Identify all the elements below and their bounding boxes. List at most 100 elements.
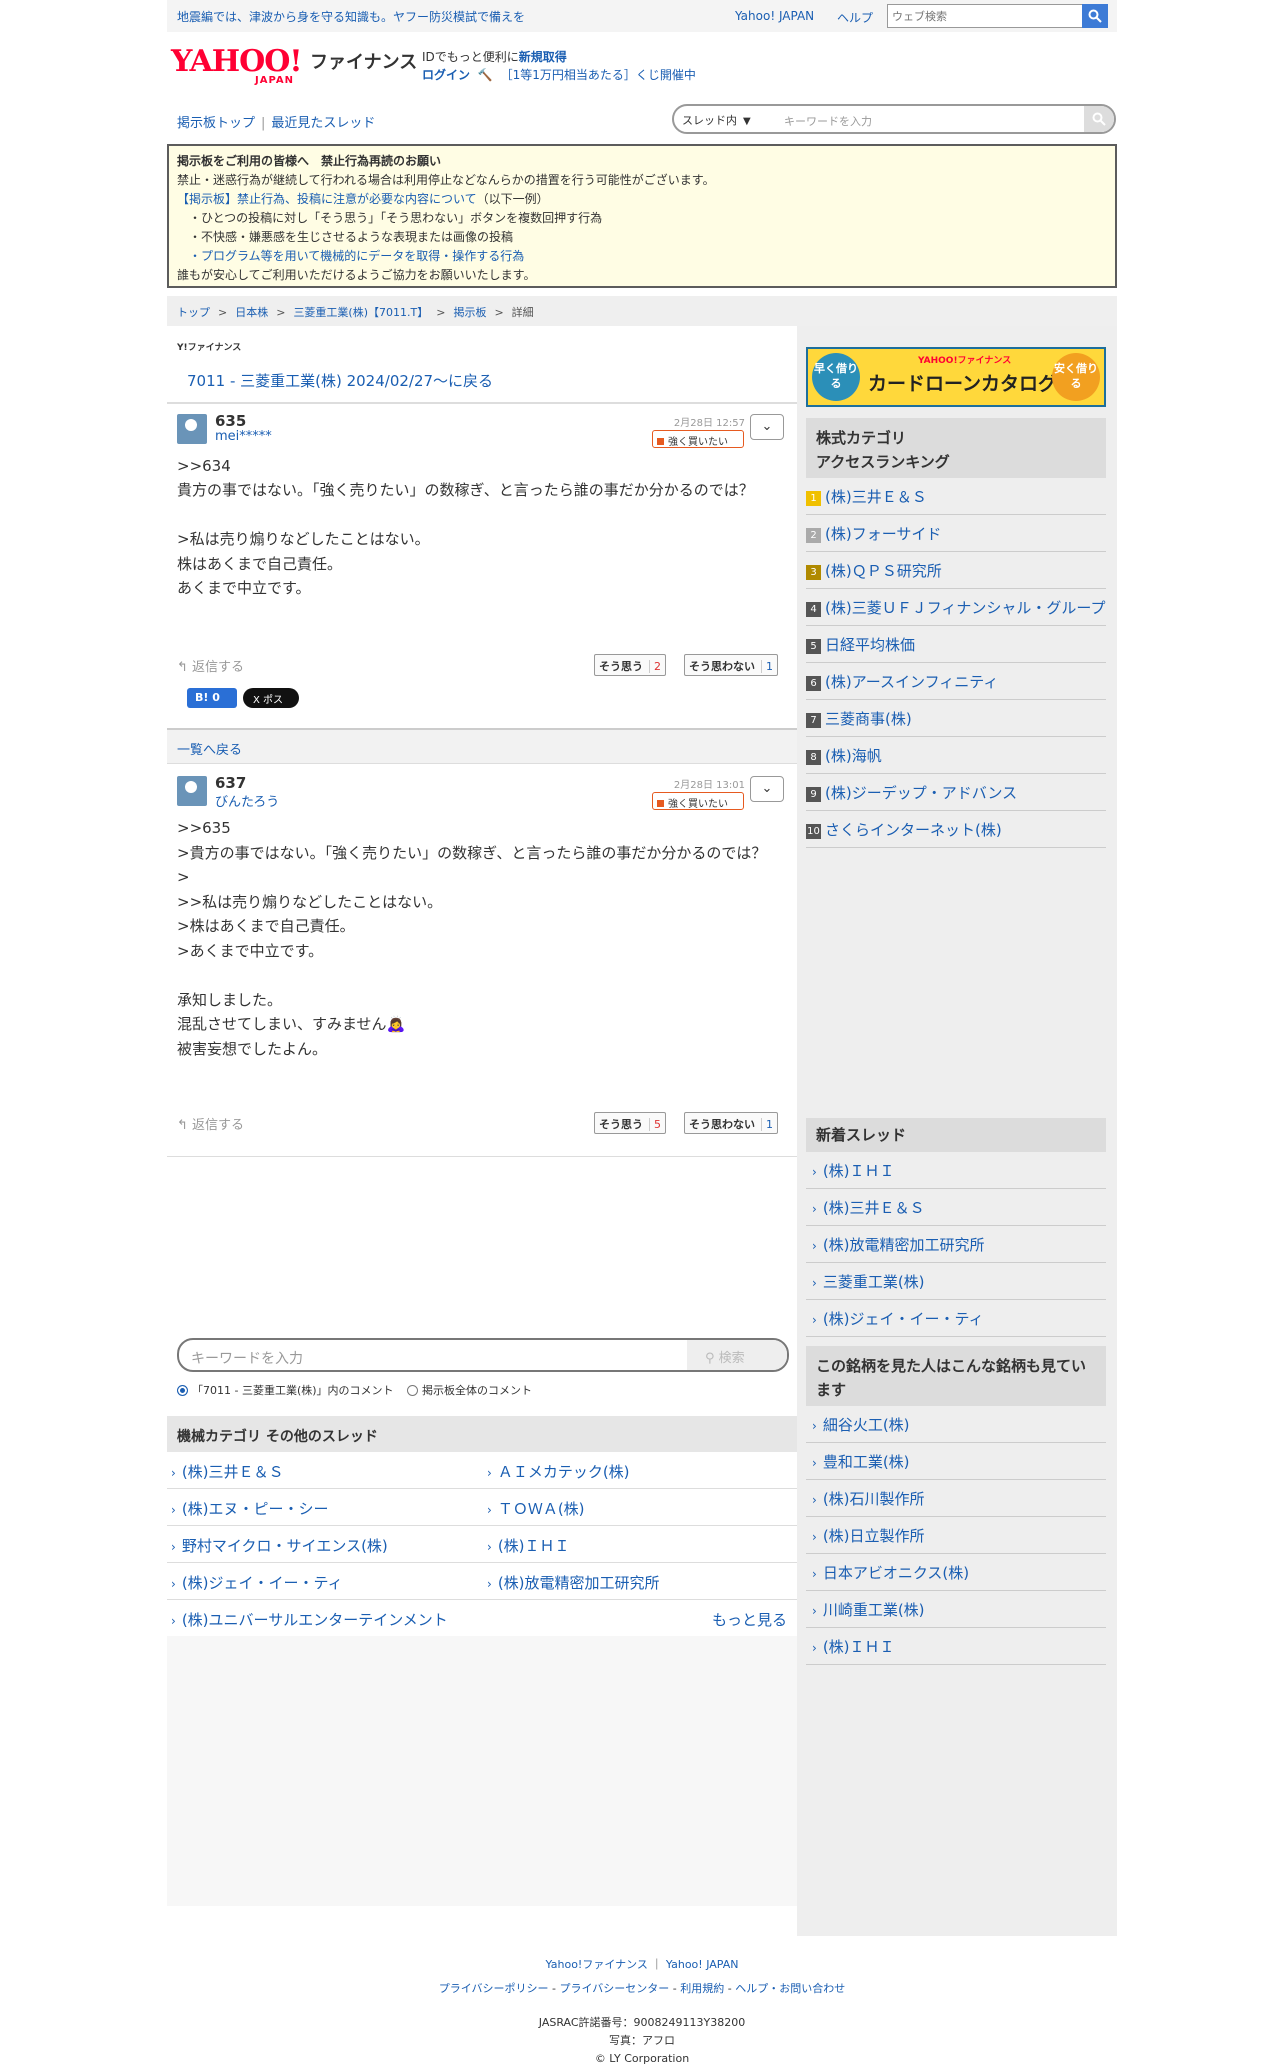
footer-help-link[interactable]: ヘルプ・お問い合わせ xyxy=(735,1982,845,1995)
new-thread-link[interactable]: (株)ジェイ・イー・ティ xyxy=(806,1300,1106,1337)
new-thread-link[interactable]: (株)三井Ｅ＆Ｓ xyxy=(806,1189,1106,1226)
rank-name: さくらインターネット(株) xyxy=(825,821,1002,839)
reply-button[interactable]: ↰ 返信する xyxy=(177,656,244,675)
notice-bullet[interactable]: ・プログラム等を用いて機械的にデータを取得・操作する行為 xyxy=(177,247,1107,266)
keyword-search-button[interactable]: ⚲ 検索 xyxy=(687,1340,787,1370)
site-title[interactable]: ファイナンス xyxy=(310,48,417,74)
also-viewed-link[interactable]: 細谷火工(株) xyxy=(806,1406,1106,1443)
category-thread-link[interactable]: 野村マイクロ・サイエンス(株) xyxy=(171,1535,388,1556)
yahoo-japan-logo[interactable]: YAHOO! JAPAN xyxy=(171,44,311,86)
register-link[interactable]: 新規取得 xyxy=(519,50,567,64)
also-viewed-link[interactable]: (株)ＩＨＩ xyxy=(806,1628,1106,1665)
category-thread-link[interactable]: (株)三井Ｅ＆Ｓ xyxy=(171,1461,284,1482)
category-thread-link[interactable]: (株)ジェイ・イー・ティ xyxy=(171,1572,343,1593)
ranking-header: 株式カテゴリ アクセスランキング xyxy=(806,418,1106,478)
radio-all-scope[interactable] xyxy=(407,1385,419,1396)
breadcrumb-top[interactable]: トップ xyxy=(177,306,210,319)
reply-button[interactable]: ↰ 返信する xyxy=(177,1114,244,1133)
card-loan-ad-banner[interactable]: 早く借りる YAHOO!ファイナンス カードローンカタログ 安く借りる xyxy=(806,347,1106,407)
logo-sub: JAPAN xyxy=(255,75,294,86)
recent-threads-link[interactable]: 最近見たスレッド xyxy=(271,116,375,131)
category-thread-link[interactable]: (株)放電精密加工研究所 xyxy=(487,1572,660,1593)
new-thread-link[interactable]: 三菱重工業(株) xyxy=(806,1263,1106,1300)
jasrac-number: JASRAC許諾番号：9008249113Y38200 xyxy=(538,2016,746,2029)
footer-privacy-policy-link[interactable]: プライバシーポリシー xyxy=(439,1982,549,1995)
breadcrumb-japan-stocks[interactable]: 日本株 xyxy=(235,306,268,319)
avatar[interactable] xyxy=(177,776,207,806)
rank-badge: 7 xyxy=(806,713,821,728)
back-to-list-link[interactable]: 一覧へ戻る xyxy=(167,728,797,764)
disagree-button[interactable]: そう思わない 1 xyxy=(684,1112,778,1134)
web-search-button[interactable] xyxy=(1082,4,1108,28)
disaster-promo-link[interactable]: 地震編では、津波から身を守る知識も。ヤフー防災模試で備えを xyxy=(177,8,525,25)
hatena-bookmark-button[interactable]: B! 0 xyxy=(187,688,237,708)
category-row: (株)エヌ・ピー・シー ＴＯＷＡ(株) xyxy=(167,1489,797,1526)
rank-badge: 9 xyxy=(806,787,821,802)
disagree-button[interactable]: そう思わない 1 xyxy=(684,654,778,676)
board-keyword-input[interactable]: キーワードを入力 xyxy=(784,113,872,129)
also-viewed-link[interactable]: 日本アビオニクス(株) xyxy=(806,1554,1106,1591)
yahoo-japan-link[interactable]: Yahoo! JAPAN xyxy=(735,9,814,23)
radio-thread-scope[interactable] xyxy=(177,1385,188,1396)
ranking-item[interactable]: 6 (株)アースインフィニティ xyxy=(806,663,1106,700)
ranking-item[interactable]: 10 さくらインターネット(株) xyxy=(806,811,1106,848)
agree-button[interactable]: そう思う 5 xyxy=(594,1112,666,1134)
also-viewed-link[interactable]: (株)日立製作所 xyxy=(806,1517,1106,1554)
footer-yahoo-finance-link[interactable]: Yahoo!ファイナンス xyxy=(546,1958,648,1971)
rank-name: (株)ＱＰＳ研究所 xyxy=(825,562,942,580)
ranking-item[interactable]: 8 (株)海帆 xyxy=(806,737,1106,774)
reply-to-link[interactable]: >>634 xyxy=(177,454,777,479)
footer-privacy-center-link[interactable]: プライバシーセンター xyxy=(560,1982,670,1995)
lottery-link[interactable]: ［1等1万円相当あたる］くじ開催中 xyxy=(501,68,696,82)
post-menu-button[interactable]: ⌄ xyxy=(750,414,784,440)
sentiment-badge: 強く買いたい xyxy=(652,430,744,448)
ranking-item[interactable]: 5 日経平均株価 xyxy=(806,626,1106,663)
help-link[interactable]: ヘルプ xyxy=(837,9,873,26)
more-threads-link[interactable]: もっと見る xyxy=(712,1609,787,1630)
ranking-item[interactable]: 2 (株)フォーサイド xyxy=(806,515,1106,552)
category-row: 野村マイクロ・サイエンス(株) (株)ＩＨＩ xyxy=(167,1526,797,1563)
ranking-item[interactable]: 9 (株)ジーデップ・アドバンス xyxy=(806,774,1106,811)
ranking-item[interactable]: 7 三菱商事(株) xyxy=(806,700,1106,737)
search-scope-select[interactable]: スレッド内 ▼ xyxy=(682,112,751,128)
hammer-icon: 🔨 xyxy=(477,68,493,82)
x-post-button[interactable]: X ポスト xyxy=(243,688,299,721)
breadcrumb-board[interactable]: 掲示板 xyxy=(453,306,486,319)
new-thread-link[interactable]: (株)放電精密加工研究所 xyxy=(806,1226,1106,1263)
also-viewed-link[interactable]: (株)石川製作所 xyxy=(806,1480,1106,1517)
board-top-link[interactable]: 掲示板トップ xyxy=(177,116,255,131)
new-thread-link[interactable]: (株)ＩＨＩ xyxy=(806,1152,1106,1189)
post-author[interactable]: mei***** xyxy=(215,429,272,444)
also-viewed-link[interactable]: 豊和工業(株) xyxy=(806,1443,1106,1480)
category-thread-link[interactable]: ＴＯＷＡ(株) xyxy=(487,1498,585,1519)
also-viewed-link[interactable]: 川崎重工業(株) xyxy=(806,1591,1106,1628)
category-thread-link[interactable]: ＡＩメカテック(株) xyxy=(487,1461,630,1482)
thread-back-link[interactable]: 7011 - 三菱重工業(株) 2024/02/27〜に戻る xyxy=(187,370,493,391)
id-line-text: IDでもっと便利に xyxy=(422,50,519,64)
category-thread-link[interactable]: (株)ＩＨＩ xyxy=(487,1535,570,1556)
agree-button[interactable]: そう思う 2 xyxy=(594,654,666,676)
footer-terms-link[interactable]: 利用規約 xyxy=(680,1982,724,1995)
sidebar: 早く借りる YAHOO!ファイナンス カードローンカタログ 安く借りる 株式カテ… xyxy=(797,326,1117,1936)
footer-yahoo-japan-link[interactable]: Yahoo! JAPAN xyxy=(666,1958,739,1971)
breadcrumb-stock[interactable]: 三菱重工業(株)【7011.T】 xyxy=(293,306,428,319)
ranking-item[interactable]: 1 (株)三井Ｅ＆Ｓ xyxy=(806,478,1106,515)
ranking-item[interactable]: 4 (株)三菱ＵＦＪフィナンシャル・グループ xyxy=(806,589,1106,626)
search-scope-radios: 「7011 - 三菱重工業(株)」内のコメント 掲示板全体のコメント xyxy=(177,1382,532,1398)
rank-name: (株)アースインフィニティ xyxy=(825,673,999,691)
prohibited-acts-link[interactable]: 【掲示板】禁止行為、投稿に注意が必要な内容について xyxy=(177,192,477,206)
post-menu-button[interactable]: ⌄ xyxy=(750,776,784,802)
post-author[interactable]: びんたろう xyxy=(215,791,279,810)
ad-right-badge: 安く借りる xyxy=(1052,353,1100,401)
agree-count: 5 xyxy=(649,1118,661,1131)
category-thread-link[interactable]: (株)エヌ・ピー・シー xyxy=(171,1498,329,1519)
keyword-input[interactable]: キーワードを入力 xyxy=(191,1348,303,1368)
ranking-item[interactable]: 3 (株)ＱＰＳ研究所 xyxy=(806,552,1106,589)
avatar[interactable] xyxy=(177,414,207,444)
login-link[interactable]: ログイン xyxy=(422,68,470,82)
category-thread-link[interactable]: (株)ユニバーサルエンターテインメント xyxy=(171,1609,448,1630)
web-search-input[interactable] xyxy=(887,4,1083,28)
category-header: 機械カテゴリ その他のスレッド xyxy=(167,1416,797,1452)
photo-credit: 写真：アフロ xyxy=(609,2034,675,2047)
board-search-button[interactable] xyxy=(1084,106,1114,132)
